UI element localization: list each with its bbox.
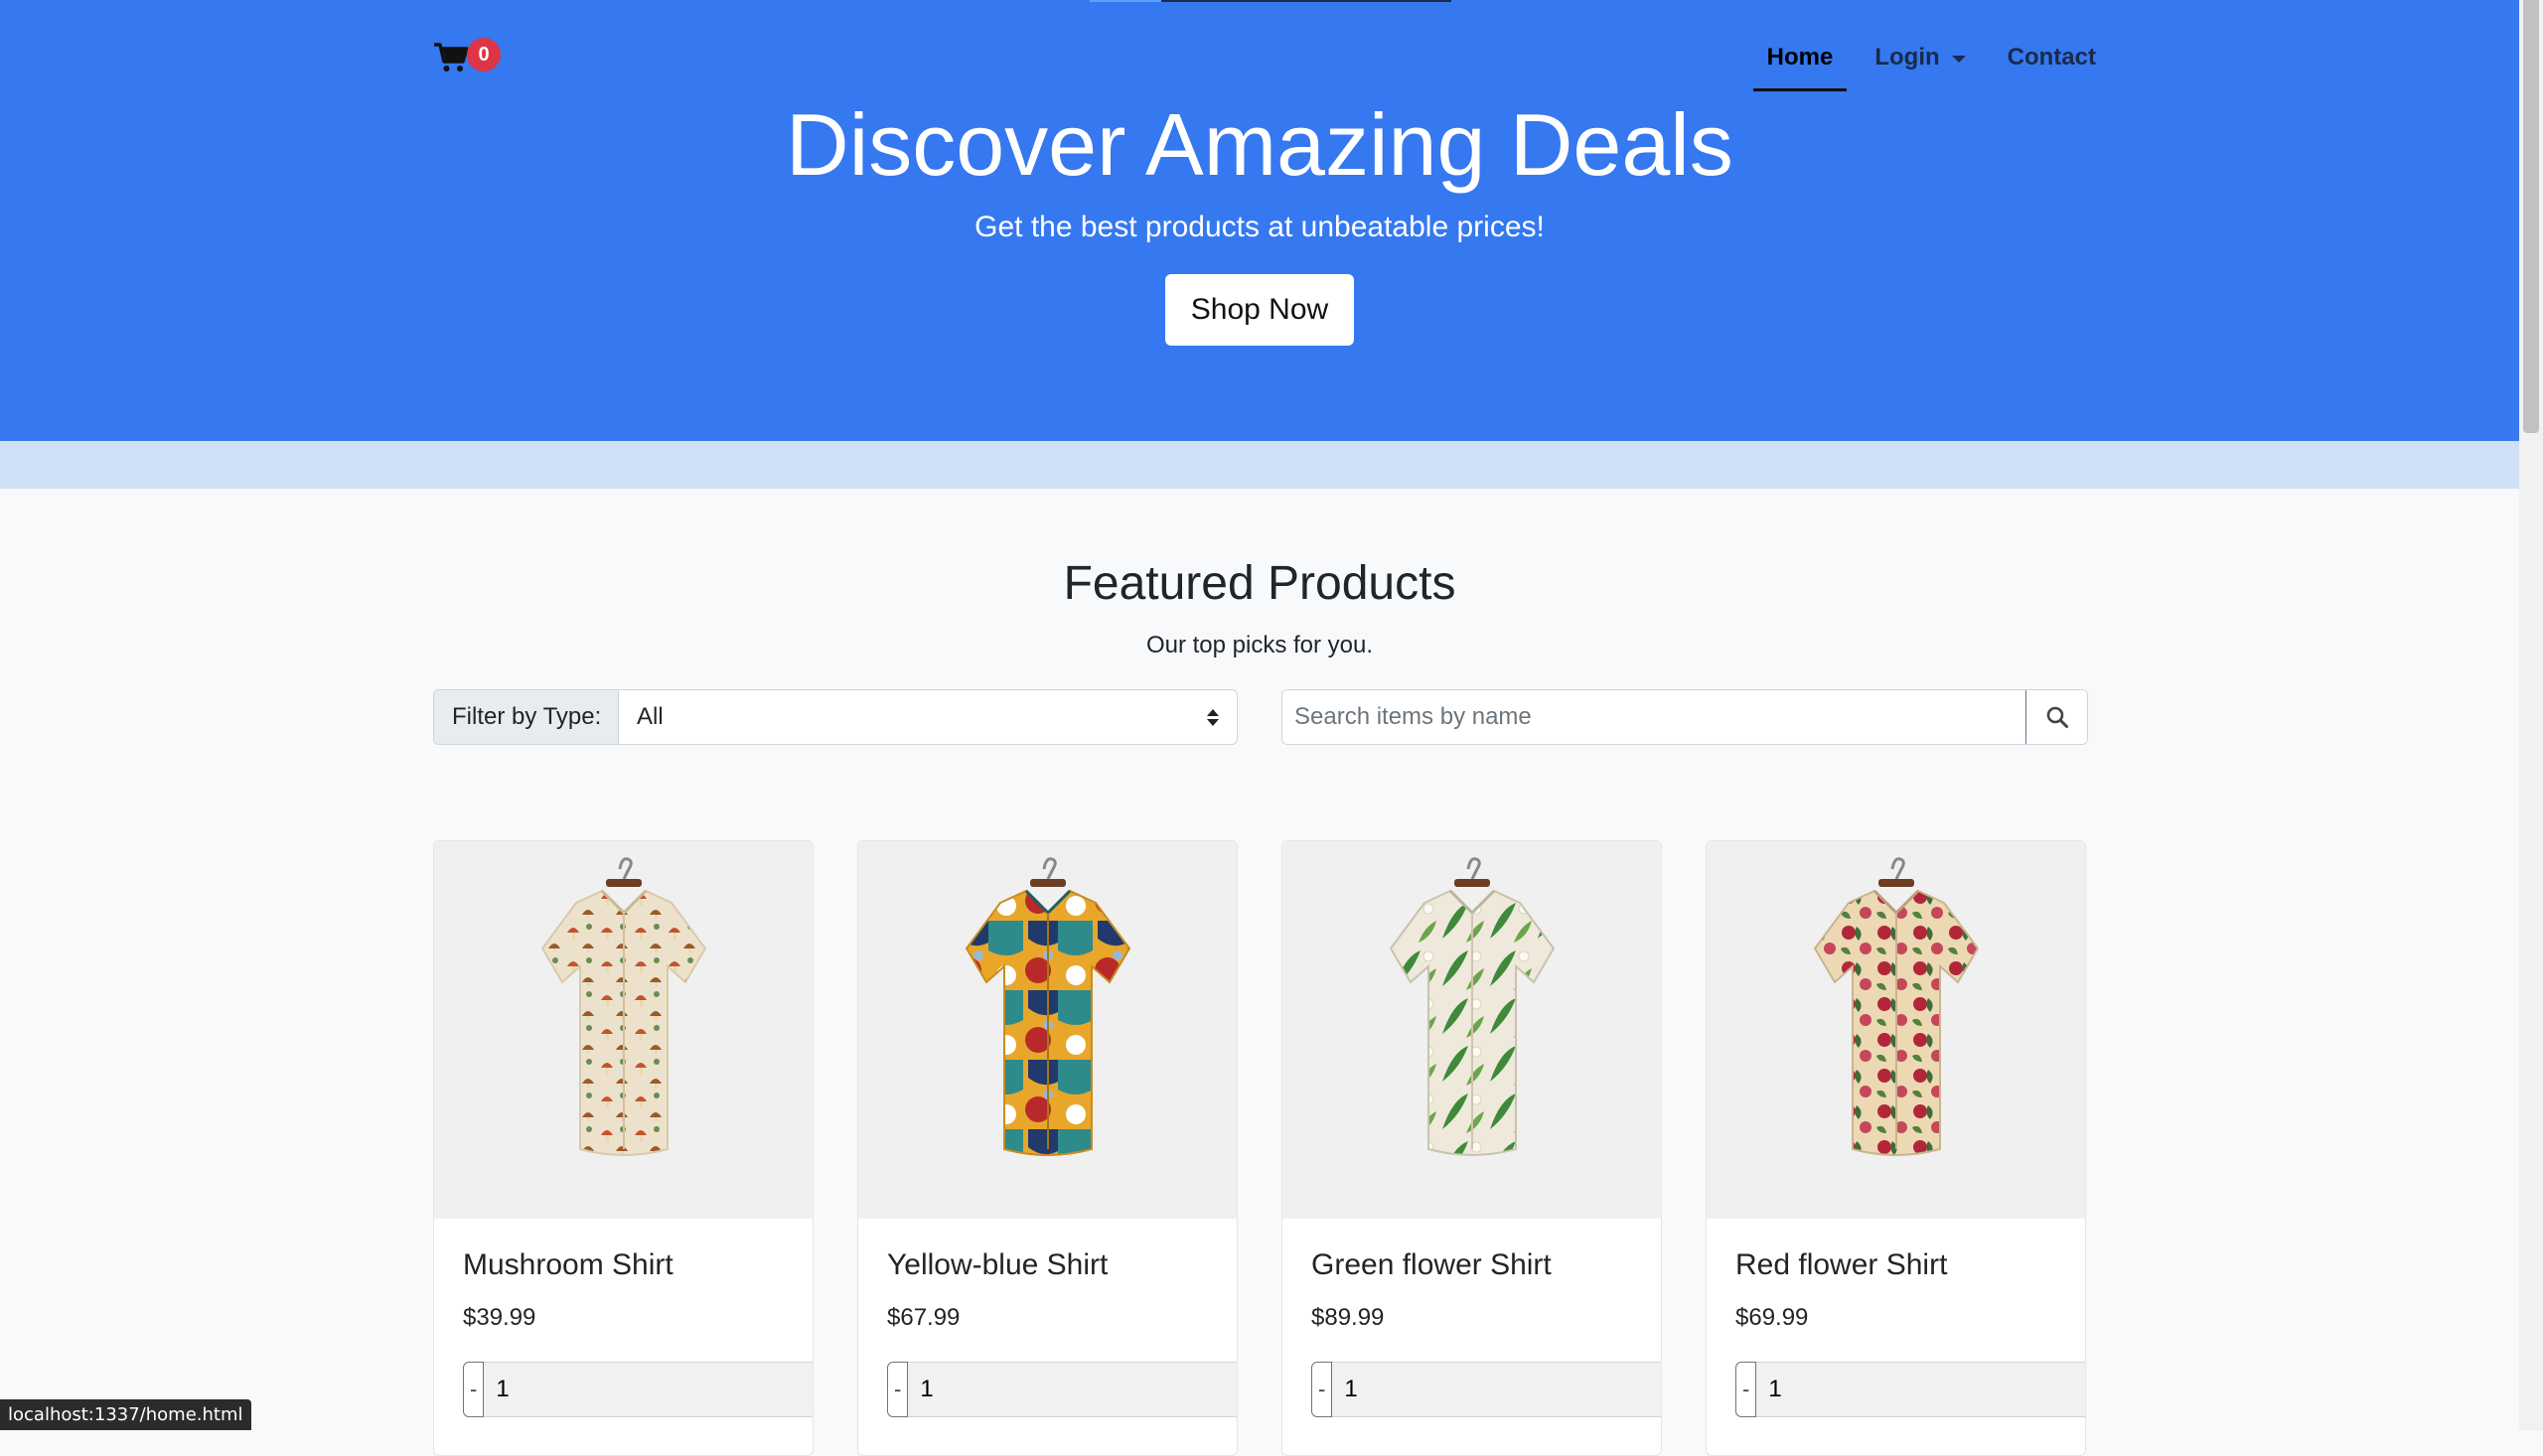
shirt-image — [1389, 857, 1555, 1156]
vertical-scrollbar[interactable] — [2519, 0, 2543, 1430]
cart-count-badge: 0 — [467, 38, 501, 72]
nav-contact-label: Contact — [2007, 44, 2096, 71]
hero-bottom-band — [0, 441, 2519, 489]
product-price: $89.99 — [1311, 1304, 1385, 1331]
product-image — [1282, 841, 1661, 1219]
nav-contact-link[interactable]: Contact — [1994, 38, 2110, 91]
qty-decrease-button[interactable]: - — [887, 1362, 909, 1417]
shopping-cart-icon — [434, 43, 469, 72]
scrollbar-thumb[interactable] — [2523, 0, 2539, 433]
shop-now-button[interactable]: Shop Now — [1165, 274, 1354, 346]
hero-title: Discover Amazing Deals — [786, 95, 1733, 194]
quantity-stepper: - + — [463, 1362, 813, 1417]
product-name: Red flower Shirt — [1735, 1248, 1948, 1281]
qty-decrease-button[interactable]: - — [1311, 1362, 1333, 1417]
filter-by-type-group: Filter by Type: All — [433, 689, 1238, 745]
nav-home-link[interactable]: Home — [1752, 38, 1848, 91]
product-price: $39.99 — [463, 1304, 536, 1331]
qty-input[interactable] — [1756, 1362, 2085, 1417]
product-card: Green flower Shirt $89.99 - + — [1281, 840, 1662, 1456]
quantity-stepper: - + — [1311, 1362, 1661, 1417]
product-card: Yellow-blue Shirt $67.99 - + — [857, 840, 1238, 1456]
product-grid: Mushroom Shirt $39.99 - + — [433, 840, 2086, 1456]
nav-login-dropdown[interactable]: Login — [1861, 38, 1979, 91]
qty-decrease-button[interactable]: - — [1735, 1362, 1757, 1417]
qty-input[interactable] — [484, 1362, 813, 1417]
product-image — [434, 841, 813, 1219]
search-button[interactable] — [2025, 690, 2087, 744]
cart-button[interactable]: 0 — [433, 38, 501, 73]
type-filter-select[interactable]: All — [619, 690, 1237, 744]
product-name: Mushroom Shirt — [463, 1248, 673, 1281]
main-nav: Home Login Contact — [1752, 38, 2110, 91]
caret-down-icon — [1951, 55, 1966, 63]
product-image — [858, 841, 1237, 1219]
featured-subtitle: Our top picks for you. — [1145, 632, 1374, 658]
shirt-image — [1813, 857, 1979, 1156]
type-filter-value: All — [637, 703, 664, 730]
status-bar-url: localhost:1337/home.html — [0, 1399, 251, 1430]
product-price: $69.99 — [1735, 1304, 1809, 1331]
product-card: Red flower Shirt $69.99 - + — [1706, 840, 2086, 1456]
qty-input[interactable] — [908, 1362, 1237, 1417]
product-name: Yellow-blue Shirt — [887, 1248, 1109, 1281]
shirt-image — [540, 857, 706, 1156]
product-price: $67.99 — [887, 1304, 961, 1331]
hero-subtitle: Get the best products at unbeatable pric… — [974, 211, 1545, 243]
featured-title: Featured Products — [1063, 557, 1456, 610]
quantity-stepper: - + — [1735, 1362, 2085, 1417]
qty-decrease-button[interactable]: - — [463, 1362, 485, 1417]
shirt-image — [965, 857, 1130, 1156]
search-group — [1281, 689, 2088, 745]
page-load-progress-fill — [1090, 0, 1161, 2]
product-image — [1707, 841, 2085, 1219]
nav-login-label: Login — [1874, 44, 1940, 71]
search-icon — [2046, 706, 2068, 728]
search-input[interactable] — [1282, 690, 2025, 744]
nav-home-label: Home — [1766, 44, 1834, 71]
select-arrows-icon — [1207, 708, 1219, 726]
product-card: Mushroom Shirt $39.99 - + — [433, 840, 814, 1456]
qty-input[interactable] — [1332, 1362, 1661, 1417]
product-name: Green flower Shirt — [1311, 1248, 1552, 1281]
quantity-stepper: - + — [887, 1362, 1237, 1417]
filter-label: Filter by Type: — [434, 690, 619, 744]
